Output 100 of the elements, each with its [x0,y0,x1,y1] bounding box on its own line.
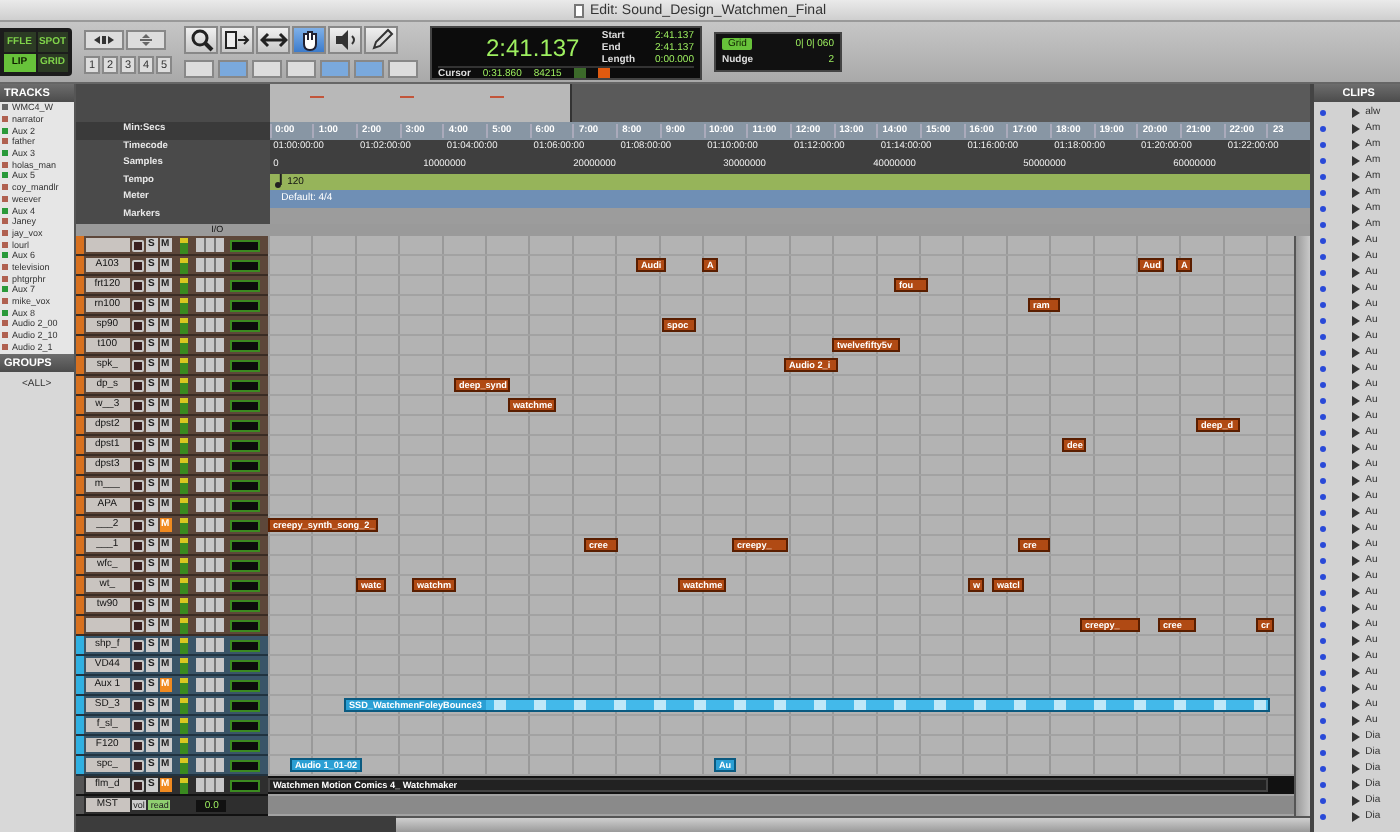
io-selector[interactable] [195,658,224,672]
clip-dot-icon [1319,605,1326,611]
clip-dot-icon [1319,141,1326,147]
io-selector[interactable] [195,478,224,492]
tool-button[interactable] [256,26,290,54]
clip-dot-icon [1319,685,1326,691]
clip-dot-icon [1319,189,1326,195]
clip-dot-icon [1319,493,1326,499]
clip-dot-icon [1319,157,1326,163]
io-selector[interactable] [195,538,224,552]
option-toggle[interactable] [286,60,316,78]
clip-dot-icon [1319,573,1326,579]
io-selector[interactable] [195,618,224,632]
voice-selector[interactable] [229,259,260,271]
io-selector[interactable] [195,318,224,332]
io-selector[interactable] [195,358,224,372]
clip-dot-icon [1319,477,1326,483]
io-selector[interactable] [195,498,224,512]
option-toggle[interactable] [184,60,214,78]
tool-button[interactable] [328,26,362,54]
option-toggle[interactable] [354,60,384,78]
voice-selector[interactable] [229,339,260,351]
option-toggle[interactable] [320,60,350,78]
io-selector[interactable] [195,238,224,252]
tool-button[interactable] [364,26,398,54]
io-selector[interactable] [195,778,224,792]
io-selector[interactable] [195,598,224,612]
clip-dot-icon [1319,205,1326,211]
option-toggle[interactable] [252,60,282,78]
voice-selector[interactable] [229,699,260,711]
magnifier-icon [189,28,213,52]
voice-selector[interactable] [229,419,260,431]
io-selector[interactable] [195,338,224,352]
io-selector[interactable] [195,698,224,712]
io-selector[interactable] [195,518,224,532]
voice-selector[interactable] [229,499,260,511]
tool-button[interactable] [184,26,218,54]
io-selector[interactable] [195,638,224,652]
voice-selector[interactable] [229,359,260,371]
io-selector[interactable] [195,438,224,452]
voice-selector[interactable] [229,519,260,531]
voice-selector[interactable] [229,559,260,571]
zoom-out-button[interactable] [84,30,124,50]
speaker-icon [333,28,357,52]
io-selector[interactable] [195,578,224,592]
note-icon [273,174,286,189]
voice-selector[interactable] [229,739,260,751]
io-selector[interactable] [195,418,224,432]
clip-dot-icon [1319,253,1326,259]
clip-dot-icon [1319,813,1326,819]
voice-selector[interactable] [229,619,260,631]
voice-selector[interactable] [229,399,260,411]
clip-dot-icon [1319,381,1326,387]
io-selector[interactable] [195,458,224,472]
io-selector[interactable] [195,378,224,392]
io-selector[interactable] [195,278,224,292]
voice-selector[interactable] [229,319,260,331]
zoom-in-button[interactable] [126,30,166,50]
voice-selector[interactable] [229,379,260,391]
main-counter: 2:41.137 [484,33,580,61]
clip-dot-icon [1319,589,1326,595]
io-selector[interactable] [195,558,224,572]
clip-dot-icon [1319,701,1326,707]
voice-selector[interactable] [229,759,260,771]
io-selector[interactable] [195,738,224,752]
clip-dot-icon [1319,541,1326,547]
voice-selector[interactable] [229,679,260,691]
clip-dot-icon [1319,333,1326,339]
clip-dot-icon [1319,173,1326,179]
voice-selector[interactable] [229,779,260,791]
option-toggle[interactable] [218,60,248,78]
meter-icon [573,68,586,78]
clip-dot-icon [1319,285,1326,291]
clip-dot-icon [1319,797,1326,803]
clip-dot-icon [1319,509,1326,515]
io-selector[interactable] [195,678,224,692]
voice-selector[interactable] [229,659,260,671]
io-selector[interactable] [195,398,224,412]
voice-selector[interactable] [229,279,260,291]
voice-selector[interactable] [229,479,260,491]
voice-selector[interactable] [229,539,260,551]
clip-dot-icon [1319,525,1326,531]
io-selector[interactable] [195,298,224,312]
clip-dot-icon [1319,733,1326,739]
voice-selector[interactable] [229,299,260,311]
voice-selector[interactable] [229,459,260,471]
voice-selector[interactable] [229,639,260,651]
io-selector[interactable] [195,258,224,272]
clip-dot-icon [1319,221,1326,227]
option-toggle[interactable] [388,60,418,78]
io-selector[interactable] [195,758,224,772]
voice-selector[interactable] [229,719,260,731]
tool-button[interactable] [220,26,254,54]
voice-selector[interactable] [229,599,260,611]
horizontal-scrollbar[interactable] [395,816,1310,832]
voice-selector[interactable] [229,239,260,251]
io-selector[interactable] [195,718,224,732]
voice-selector[interactable] [229,439,260,451]
tool-button[interactable] [292,26,326,54]
voice-selector[interactable] [229,579,260,591]
